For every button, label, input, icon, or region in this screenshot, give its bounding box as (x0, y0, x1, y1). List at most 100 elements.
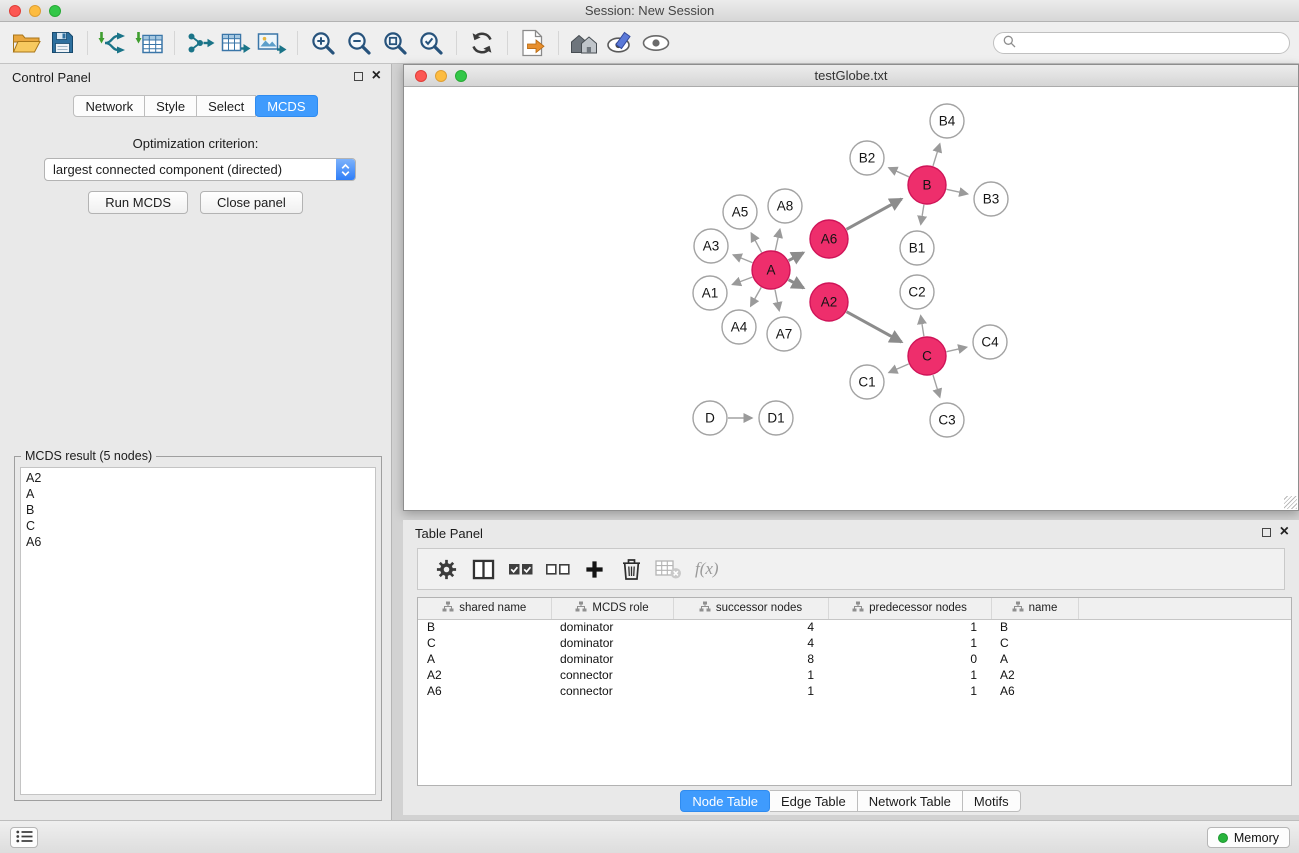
edge-B-B4[interactable] (933, 144, 940, 166)
open-folder-icon[interactable] (8, 26, 44, 60)
gear-icon[interactable] (428, 551, 465, 587)
table-cell[interactable]: 4 (673, 619, 828, 635)
run-mcds-button[interactable]: Run MCDS (88, 191, 188, 214)
table-cell[interactable]: B (418, 619, 551, 635)
table-row[interactable]: A2connector11A2 (418, 667, 1291, 683)
minimize-window-button[interactable] (29, 5, 41, 17)
table-cell[interactable]: A2 (418, 667, 551, 683)
table-cell[interactable]: 1 (828, 683, 991, 699)
table-tab-network-table[interactable]: Network Table (858, 790, 963, 812)
network-minimize-button[interactable] (435, 70, 447, 82)
table-cell[interactable]: A2 (991, 667, 1078, 683)
table-row[interactable]: A6connector11A6 (418, 683, 1291, 699)
page-arrow-icon[interactable] (515, 26, 551, 60)
zoom-selected-icon[interactable] (413, 26, 449, 60)
mcds-result-item[interactable]: C (21, 518, 375, 534)
node-C3[interactable]: C3 (930, 403, 964, 437)
close-window-button[interactable] (9, 5, 21, 17)
edge-B-B3[interactable] (947, 189, 968, 194)
search-field[interactable] (993, 32, 1290, 54)
zoom-in-icon[interactable] (305, 26, 341, 60)
node-A3[interactable]: A3 (694, 229, 728, 263)
dropdown-stepper-icon[interactable] (336, 159, 355, 180)
table-cell[interactable]: 1 (828, 635, 991, 651)
table-cell[interactable]: dominator (551, 651, 673, 667)
close-panel-icon[interactable]: × (372, 70, 381, 82)
table-cell[interactable]: connector (551, 667, 673, 683)
table-tab-edge-table[interactable]: Edge Table (770, 790, 858, 812)
column-header-shared-name[interactable]: shared name (418, 598, 551, 619)
close-panel-button[interactable]: Close panel (200, 191, 303, 214)
table-tab-motifs[interactable]: Motifs (963, 790, 1021, 812)
table-row[interactable]: Cdominator41C (418, 635, 1291, 651)
window-resize-grip[interactable] (1284, 496, 1297, 509)
column-header-name[interactable]: name (991, 598, 1078, 619)
edge-A-A6[interactable] (789, 253, 804, 261)
node-C4[interactable]: C4 (973, 325, 1007, 359)
zoom-out-icon[interactable] (341, 26, 377, 60)
node-A6[interactable]: A6 (810, 220, 848, 258)
node-B1[interactable]: B1 (900, 231, 934, 265)
eye-icon[interactable] (638, 26, 674, 60)
export-image-icon[interactable] (254, 26, 290, 60)
edge-A-A2[interactable] (789, 280, 804, 288)
edge-A-A5[interactable] (751, 233, 761, 252)
zoom-fit-icon[interactable] (377, 26, 413, 60)
edge-B-B1[interactable] (921, 205, 924, 225)
node-B2[interactable]: B2 (850, 141, 884, 175)
table-cell[interactable]: 8 (673, 651, 828, 667)
table-cell[interactable]: A6 (991, 683, 1078, 699)
node-A5[interactable]: A5 (723, 195, 757, 229)
import-network-icon[interactable] (95, 26, 131, 60)
edge-C-C3[interactable] (933, 375, 940, 397)
column-header-predecessor-nodes[interactable]: predecessor nodes (828, 598, 991, 619)
edge-A-A4[interactable] (751, 287, 762, 306)
memory-button[interactable]: Memory (1207, 827, 1290, 848)
refresh-icon[interactable] (464, 26, 500, 60)
node-C2[interactable]: C2 (900, 275, 934, 309)
close-table-panel-icon[interactable]: × (1280, 526, 1289, 538)
import-table-icon[interactable] (131, 26, 167, 60)
add-row-icon[interactable] (576, 551, 613, 587)
tab-network[interactable]: Network (73, 95, 145, 117)
delete-table-icon[interactable] (650, 551, 687, 587)
node-A2[interactable]: A2 (810, 283, 848, 321)
function-builder-button[interactable]: f(x) (695, 559, 719, 579)
table-cell[interactable]: C (991, 635, 1078, 651)
node-B3[interactable]: B3 (974, 182, 1008, 216)
node-A1[interactable]: A1 (693, 276, 727, 310)
export-table-icon[interactable] (218, 26, 254, 60)
edge-A-A1[interactable] (733, 277, 753, 284)
show-panels-button[interactable] (10, 827, 38, 848)
node-B4[interactable]: B4 (930, 104, 964, 138)
table-row[interactable]: Adominator80A (418, 651, 1291, 667)
network-window-titlebar[interactable]: testGlobe.txt (404, 65, 1298, 87)
trash-icon[interactable] (613, 551, 650, 587)
table-cell[interactable]: 1 (828, 667, 991, 683)
table-cell[interactable]: A (418, 651, 551, 667)
deselect-all-icon[interactable] (539, 551, 576, 587)
mcds-result-item[interactable]: A2 (21, 470, 375, 486)
edge-C-C1[interactable] (889, 364, 909, 373)
node-D1[interactable]: D1 (759, 401, 793, 435)
search-input[interactable] (1022, 36, 1280, 51)
float-panel-icon[interactable] (354, 72, 363, 81)
table-cell[interactable]: dominator (551, 619, 673, 635)
zoom-window-button[interactable] (49, 5, 61, 17)
table-cell[interactable]: connector (551, 683, 673, 699)
column-header-mcds-role[interactable]: MCDS role (551, 598, 673, 619)
mcds-result-item[interactable]: A6 (21, 534, 375, 550)
tab-style[interactable]: Style (145, 95, 197, 117)
node-C1[interactable]: C1 (850, 365, 884, 399)
edge-C-C4[interactable] (947, 347, 967, 352)
table-tab-node-table[interactable]: Node Table (680, 790, 770, 812)
edge-A-A8[interactable] (775, 229, 780, 250)
edge-A-A3[interactable] (733, 255, 752, 263)
edge-A6-B[interactable] (847, 199, 902, 229)
save-icon[interactable] (44, 26, 80, 60)
table-cell[interactable]: A (991, 651, 1078, 667)
node-A8[interactable]: A8 (768, 189, 802, 223)
table-cell[interactable]: 1 (673, 667, 828, 683)
edge-A2-C[interactable] (847, 312, 902, 342)
split-columns-icon[interactable] (465, 551, 502, 587)
